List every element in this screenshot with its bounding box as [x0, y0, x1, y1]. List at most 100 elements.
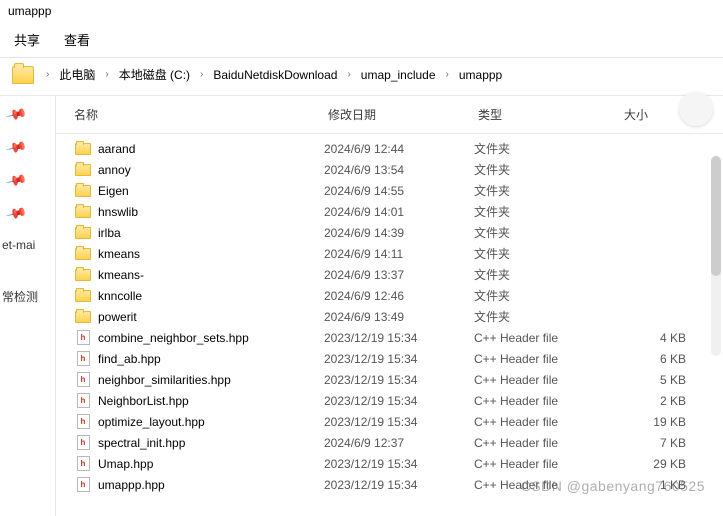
- hpp-file-icon: [74, 351, 92, 367]
- file-name: umappp.hpp: [98, 478, 165, 492]
- file-date: 2023/12/19 15:34: [324, 352, 474, 366]
- tab-share[interactable]: 共享: [14, 30, 40, 49]
- header-type[interactable]: 类型: [478, 106, 624, 123]
- file-type: C++ Header file: [474, 436, 620, 450]
- file-name: combine_neighbor_sets.hpp: [98, 331, 249, 345]
- breadcrumb-item[interactable]: umap_include: [357, 66, 440, 84]
- table-row[interactable]: Eigen2024/6/9 14:55文件夹: [56, 180, 723, 201]
- chevron-right-icon[interactable]: ›: [101, 69, 112, 80]
- file-name: hnswlib: [98, 205, 138, 219]
- table-row[interactable]: powerit2024/6/9 13:49文件夹: [56, 306, 723, 327]
- table-row[interactable]: spectral_init.hpp 2024/6/9 12:37C++ Heade…: [56, 432, 723, 453]
- file-date: 2024/6/9 12:44: [324, 142, 474, 156]
- chevron-right-icon[interactable]: ›: [343, 69, 354, 80]
- table-row[interactable]: knncolle2024/6/9 12:46文件夹: [56, 285, 723, 306]
- breadcrumb-item[interactable]: umappp: [455, 66, 506, 84]
- folder-icon: [74, 204, 92, 220]
- file-date: 2024/6/9 14:55: [324, 184, 474, 198]
- table-row[interactable]: hnswlib 2024/6/9 14:01文件夹: [56, 201, 723, 222]
- chevron-right-icon[interactable]: ›: [196, 69, 207, 80]
- file-name: kmeans: [98, 247, 140, 261]
- breadcrumb-item[interactable]: BaiduNetdiskDownload: [209, 66, 341, 84]
- file-date: 2023/12/19 15:34: [324, 394, 474, 408]
- hpp-file-icon: [74, 456, 92, 472]
- table-row[interactable]: aarand 2024/6/9 12:44文件夹: [56, 138, 723, 159]
- hpp-file-icon: [74, 393, 92, 409]
- sidebar-label[interactable]: 常检测: [2, 288, 38, 305]
- file-type: 文件夹: [474, 245, 620, 262]
- file-type: C++ Header file: [474, 352, 620, 366]
- floating-button[interactable]: [679, 92, 713, 126]
- breadcrumb-item[interactable]: 本地磁盘 (C:): [115, 64, 194, 85]
- chevron-right-icon[interactable]: ›: [42, 69, 53, 80]
- table-row[interactable]: NeighborList.hpp 2023/12/19 15:34C++ Head…: [56, 390, 723, 411]
- file-name: kmeans-: [98, 268, 144, 282]
- sidebar: 📌 📌 📌 📌 et-mai 常检测: [0, 96, 56, 516]
- breadcrumb[interactable]: ›此电脑›本地磁盘 (C:)›BaiduNetdiskDownload›umap…: [42, 64, 506, 85]
- pin-icon[interactable]: 📌: [5, 202, 29, 225]
- file-name: Umap.hpp: [98, 457, 153, 471]
- file-date: 2023/12/19 15:34: [324, 331, 474, 345]
- table-row[interactable]: combine_neighbor_sets.hpp 2023/12/19 15:3…: [56, 327, 723, 348]
- header-name[interactable]: 名称: [74, 106, 328, 123]
- folder-icon: [74, 225, 92, 241]
- scrollbar-thumb[interactable]: [711, 156, 721, 276]
- file-size: 6 KB: [620, 352, 686, 366]
- file-date: 2024/6/9 12:37: [324, 436, 474, 450]
- file-list-panel: 名称 修改日期 类型 大小 aarand2024/6/9 12:44文件夹ann…: [56, 96, 723, 516]
- file-date: 2024/6/9 14:11: [324, 247, 474, 261]
- file-date: 2024/6/9 14:39: [324, 226, 474, 240]
- scrollbar[interactable]: [711, 156, 721, 356]
- tab-view[interactable]: 查看: [64, 30, 90, 49]
- file-size: 19 KB: [620, 415, 686, 429]
- file-name: optimize_layout.hpp: [98, 415, 205, 429]
- sidebar-label[interactable]: et-mai: [2, 238, 35, 252]
- address-bar: ›此电脑›本地磁盘 (C:)›BaiduNetdiskDownload›umap…: [0, 58, 723, 96]
- file-type: 文件夹: [474, 140, 620, 157]
- file-name: spectral_init.hpp: [98, 436, 185, 450]
- folder-icon: [74, 141, 92, 157]
- ribbon-tabs: 共享 查看: [0, 22, 723, 58]
- file-size: 2 KB: [620, 394, 686, 408]
- file-type: 文件夹: [474, 203, 620, 220]
- file-type: 文件夹: [474, 308, 620, 325]
- file-type: C++ Header file: [474, 373, 620, 387]
- breadcrumb-item[interactable]: 此电脑: [55, 64, 99, 85]
- pin-icon[interactable]: 📌: [5, 103, 29, 126]
- folder-icon: [12, 66, 34, 84]
- file-size: 4 KB: [620, 331, 686, 345]
- hpp-file-icon: [74, 330, 92, 346]
- file-type: 文件夹: [474, 182, 620, 199]
- file-name: annoy: [98, 163, 131, 177]
- table-row[interactable]: irlba2024/6/9 14:39文件夹: [56, 222, 723, 243]
- file-date: 2023/12/19 15:34: [324, 373, 474, 387]
- table-row[interactable]: neighbor_similarities.hpp2023/12/19 15:3…: [56, 369, 723, 390]
- file-type: 文件夹: [474, 161, 620, 178]
- table-row[interactable]: find_ab.hpp2023/12/19 15:34C++ Header fi…: [56, 348, 723, 369]
- table-row[interactable]: Umap.hpp2023/12/19 15:34C++ Header file2…: [56, 453, 723, 474]
- table-row[interactable]: annoy2024/6/9 13:54文件夹: [56, 159, 723, 180]
- file-date: 2024/6/9 12:46: [324, 289, 474, 303]
- window-title: umappp: [0, 0, 723, 22]
- file-type: C++ Header file: [474, 457, 620, 471]
- file-date: 2023/12/19 15:34: [324, 415, 474, 429]
- file-type: C++ Header file: [474, 394, 620, 408]
- table-row[interactable]: kmeans 2024/6/9 14:11文件夹: [56, 243, 723, 264]
- table-row[interactable]: optimize_layout.hpp2023/12/19 15:34C++ H…: [56, 411, 723, 432]
- file-date: 2024/6/9 14:01: [324, 205, 474, 219]
- watermark: CSDN @gabenyang760525: [521, 478, 705, 494]
- chevron-right-icon[interactable]: ›: [442, 69, 453, 80]
- file-name: NeighborList.hpp: [98, 394, 189, 408]
- file-date: 2023/12/19 15:34: [324, 478, 474, 492]
- folder-icon: [74, 309, 92, 325]
- pin-icon[interactable]: 📌: [5, 169, 29, 192]
- header-date[interactable]: 修改日期: [328, 106, 478, 123]
- file-name: knncolle: [98, 289, 142, 303]
- table-row[interactable]: kmeans-2024/6/9 13:37文件夹: [56, 264, 723, 285]
- file-name: powerit: [98, 310, 137, 324]
- file-size: 7 KB: [620, 436, 686, 450]
- hpp-file-icon: [74, 435, 92, 451]
- file-name: aarand: [98, 142, 135, 156]
- pin-icon[interactable]: 📌: [5, 136, 29, 159]
- folder-icon: [74, 267, 92, 283]
